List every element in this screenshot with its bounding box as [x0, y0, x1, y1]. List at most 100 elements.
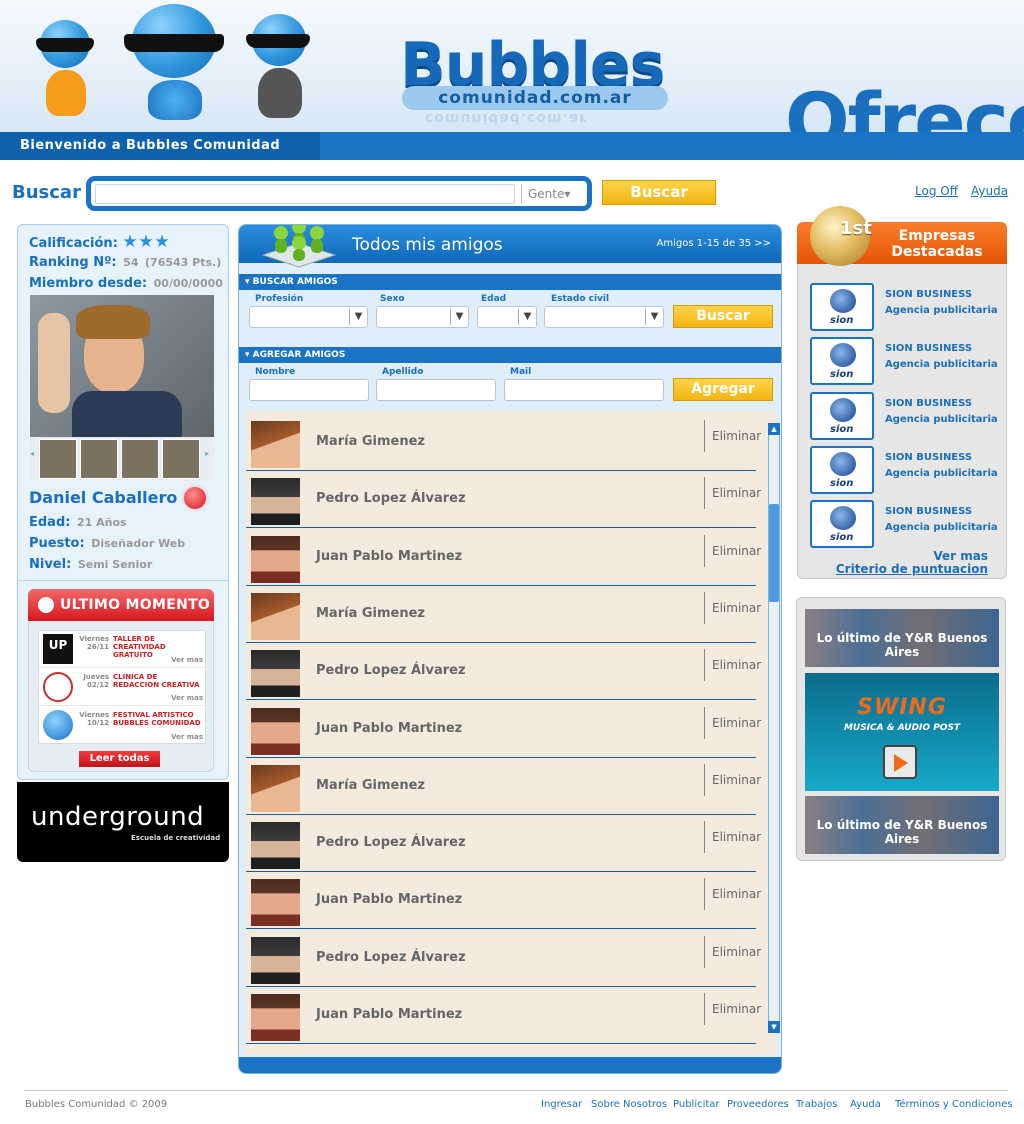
friend-name[interactable]: María Gimenez — [316, 778, 425, 793]
search-friends-section[interactable]: ▾ BUSCAR AMIGOS — [239, 274, 781, 290]
criteria-link[interactable]: Criterio de puntuacion — [836, 562, 988, 576]
yr-ad-banner[interactable]: Lo último de Y&R Buenos Aires — [805, 609, 999, 667]
delete-friend-button[interactable]: Eliminar — [712, 830, 761, 844]
footer-link[interactable]: Ingresar — [541, 1099, 582, 1110]
friend-row[interactable]: Juan Pablo Martinez Eliminar — [246, 701, 761, 758]
read-all-button[interactable]: Leer todas — [79, 751, 160, 767]
delete-friend-button[interactable]: Eliminar — [712, 429, 761, 443]
profession-select[interactable]: ▼ — [249, 306, 368, 328]
company-name[interactable]: SION BUSINESS — [885, 343, 972, 354]
footer-link[interactable]: Términos y Condiciones — [895, 1099, 1013, 1110]
sex-select[interactable]: ▼ — [376, 306, 469, 328]
chevron-left-icon[interactable]: ◂ — [30, 449, 34, 458]
friend-row[interactable]: María Gimenez Eliminar — [246, 758, 761, 815]
friends-pagination[interactable]: Amigos 1-15 de 35 >> — [657, 238, 771, 249]
search-scope-select[interactable]: Gente▾ — [521, 184, 581, 204]
swing-ad-banner[interactable]: SWING MUSICA & AUDIO POST — [805, 673, 999, 791]
filter-search-button[interactable]: Buscar — [673, 305, 773, 328]
company-logo[interactable]: sion — [810, 283, 874, 331]
friend-avatar[interactable] — [251, 650, 300, 698]
see-more-link[interactable]: Ver mas — [933, 549, 988, 563]
footer-link[interactable]: Publicitar — [673, 1099, 720, 1110]
company-name[interactable]: SION BUSINESS — [885, 452, 972, 463]
profile-name[interactable]: Daniel Caballero — [29, 488, 177, 507]
footer-link[interactable]: Proveedores — [727, 1099, 789, 1110]
friend-avatar[interactable] — [251, 707, 300, 755]
friend-avatar[interactable] — [251, 478, 300, 526]
footer-link[interactable]: Trabajos — [796, 1099, 837, 1110]
friend-name[interactable]: Juan Pablo Martinez — [316, 892, 462, 907]
company-item[interactable]: sion SION BUSINESS Agencia publicitaria — [810, 445, 1000, 498]
delete-friend-button[interactable]: Eliminar — [712, 887, 761, 901]
friend-name[interactable]: Juan Pablo Martinez — [316, 549, 462, 564]
company-logo[interactable]: sion — [810, 391, 874, 440]
photo-thumbnail[interactable] — [121, 439, 159, 479]
friend-avatar[interactable] — [251, 879, 300, 927]
company-item[interactable]: sion SION BUSINESS Agencia publicitaria — [810, 500, 1000, 552]
lastname-field[interactable] — [376, 379, 496, 401]
photo-thumbnail[interactable] — [39, 439, 77, 479]
company-logo[interactable]: sion — [810, 445, 874, 494]
news-more-link[interactable]: Ver mas — [171, 694, 203, 702]
footer-link[interactable]: Ayuda — [850, 1099, 881, 1110]
friend-name[interactable]: Pedro Lopez Álvarez — [316, 950, 466, 965]
news-item[interactable]: Viernes 10/12 FESTIVAL ARTISTICO BUBBLES … — [39, 707, 207, 744]
friend-avatar[interactable] — [251, 936, 300, 984]
friend-row[interactable]: María Gimenez Eliminar — [246, 414, 761, 471]
delete-friend-button[interactable]: Eliminar — [712, 716, 761, 730]
delete-friend-button[interactable]: Eliminar — [712, 1002, 761, 1016]
scroll-thumb[interactable] — [769, 504, 779, 602]
company-name[interactable]: SION BUSINESS — [885, 398, 972, 409]
chevron-right-icon[interactable]: ▸ — [205, 449, 209, 458]
search-button[interactable]: Buscar — [602, 180, 716, 205]
company-item[interactable]: sion SION BUSINESS Agencia publicitaria — [810, 391, 1000, 444]
friend-row[interactable]: Juan Pablo Martinez Eliminar — [246, 987, 761, 1044]
friend-row[interactable]: Juan Pablo Martinez Eliminar — [246, 872, 761, 930]
play-icon[interactable] — [883, 745, 917, 779]
friend-name[interactable]: María Gimenez — [316, 434, 425, 449]
friend-name[interactable]: Juan Pablo Martinez — [316, 1007, 462, 1022]
friend-name[interactable]: Pedro Lopez Álvarez — [316, 835, 466, 850]
company-logo[interactable]: sion — [810, 337, 874, 386]
friend-avatar[interactable] — [251, 592, 300, 640]
civil-status-select[interactable]: ▼ — [544, 306, 664, 328]
delete-friend-button[interactable]: Eliminar — [712, 544, 761, 558]
name-field[interactable] — [249, 379, 369, 401]
news-more-link[interactable]: Ver mas — [171, 733, 203, 741]
friend-name[interactable]: María Gimenez — [316, 606, 425, 621]
delete-friend-button[interactable]: Eliminar — [712, 658, 761, 672]
news-more-link[interactable]: Ver mas — [171, 656, 203, 664]
friend-avatar[interactable] — [251, 994, 300, 1041]
delete-friend-button[interactable]: Eliminar — [712, 945, 761, 959]
search-input[interactable] — [95, 184, 515, 204]
scroll-up-icon[interactable]: ▲ — [768, 423, 780, 435]
friend-row[interactable]: Pedro Lopez Álvarez Eliminar — [246, 643, 761, 701]
add-friends-section[interactable]: ▾ AGREGAR AMIGOS — [239, 347, 781, 363]
delete-friend-button[interactable]: Eliminar — [712, 773, 761, 787]
company-name[interactable]: SION BUSINESS — [885, 506, 972, 517]
friend-name[interactable]: Juan Pablo Martinez — [316, 721, 462, 736]
profile-photo[interactable] — [30, 295, 214, 437]
friend-avatar[interactable] — [251, 421, 300, 468]
friend-row[interactable]: Pedro Lopez Álvarez Eliminar — [246, 930, 761, 987]
news-item[interactable]: Jueves 02/12 CLINICA DE REDACCION CREATIV… — [39, 669, 207, 706]
delete-friend-button[interactable]: Eliminar — [712, 601, 761, 615]
delete-friend-button[interactable]: Eliminar — [712, 486, 761, 500]
mail-field[interactable] — [504, 379, 664, 401]
friend-row[interactable]: María Gimenez Eliminar — [246, 586, 761, 643]
friend-name[interactable]: Pedro Lopez Álvarez — [316, 663, 466, 678]
photo-thumbnail[interactable] — [162, 439, 200, 479]
news-item[interactable]: UP Viernes 26/11 TALLER DE CREATIVIDAD GR… — [39, 631, 207, 668]
logout-link[interactable]: Log Off — [915, 184, 958, 198]
yr-ad-banner[interactable]: Lo último de Y&R Buenos Aires — [805, 796, 999, 854]
company-item[interactable]: sion SION BUSINESS Agencia publicitaria — [810, 337, 1000, 389]
friend-avatar[interactable] — [251, 535, 300, 583]
footer-link[interactable]: Sobre Nosotros — [591, 1099, 667, 1110]
age-select[interactable]: ▼ — [477, 306, 537, 328]
scrollbar[interactable]: ▲ ▼ — [768, 423, 780, 1033]
scroll-down-icon[interactable]: ▼ — [768, 1021, 780, 1033]
friend-avatar[interactable] — [251, 822, 300, 870]
add-friend-button[interactable]: Agregar — [673, 378, 773, 401]
friend-row[interactable]: Pedro Lopez Álvarez Eliminar — [246, 471, 761, 529]
friend-avatar[interactable] — [251, 764, 300, 812]
